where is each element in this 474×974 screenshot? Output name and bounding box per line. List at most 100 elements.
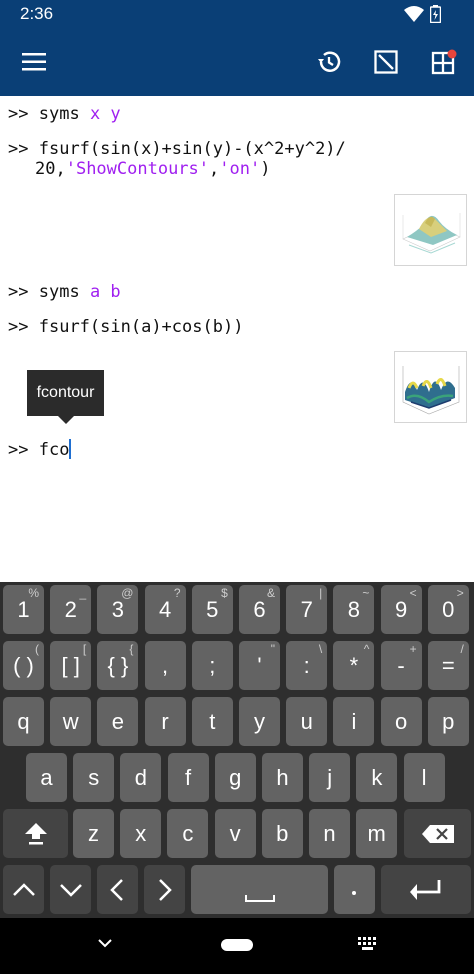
key-h[interactable]: h: [262, 753, 303, 802]
key-n[interactable]: n: [309, 809, 350, 858]
key-label: u: [300, 708, 313, 734]
apps-button[interactable]: [424, 42, 464, 82]
command-console[interactable]: >> syms x y >> fsurf(sin(x)+sin(y)-(x^2+…: [0, 96, 474, 582]
key-k[interactable]: k: [356, 753, 398, 802]
status-bar: 2:36: [0, 0, 474, 28]
key-label: -: [397, 652, 405, 678]
key-symbol[interactable]: [ ][: [50, 641, 92, 690]
key-digit-2[interactable]: 2 _: [50, 585, 92, 634]
key-symbol[interactable]: : \: [286, 641, 328, 690]
period-key[interactable]: [334, 865, 375, 914]
console-input-line[interactable]: >> fco: [8, 439, 72, 460]
space-key[interactable]: [191, 865, 328, 914]
key-digit-5[interactable]: 5 $: [191, 585, 233, 634]
history-icon: [318, 51, 341, 72]
figure-thumbnail[interactable]: [394, 351, 467, 423]
console-line: >> syms a b: [8, 282, 121, 302]
key-b[interactable]: b: [261, 809, 303, 858]
key-label: g: [229, 764, 242, 790]
key-o[interactable]: o: [380, 697, 422, 746]
key-label: v: [229, 820, 241, 846]
key-i[interactable]: i: [333, 697, 375, 746]
keyboard-switch-icon[interactable]: [358, 937, 378, 951]
key-symbol[interactable]: ,: [144, 641, 186, 690]
key-r[interactable]: r: [144, 697, 186, 746]
key-l[interactable]: l: [403, 753, 445, 802]
key-hint: ": [270, 642, 275, 656]
key-x[interactable]: x: [120, 809, 162, 858]
key-digit-7[interactable]: 7 |: [286, 585, 328, 634]
key-label: =: [441, 652, 455, 678]
key-v[interactable]: v: [214, 809, 256, 858]
key-digit-1[interactable]: 1%: [3, 585, 44, 634]
figure-thumbnail[interactable]: [394, 194, 467, 266]
shift-key[interactable]: [3, 809, 68, 858]
chevron-down-icon: [60, 884, 82, 897]
key-w[interactable]: w: [50, 697, 92, 746]
surface-plot-image: [402, 213, 461, 254]
backspace-icon: [422, 825, 454, 843]
key-label: 8: [347, 596, 361, 622]
key-hint: _: [79, 586, 87, 600]
key-u[interactable]: u: [286, 697, 328, 746]
key-hint: |: [319, 586, 323, 600]
figures-button[interactable]: [366, 42, 406, 82]
key-digit-0[interactable]: 0 >: [427, 585, 469, 634]
key-digit-6[interactable]: 6 &: [239, 585, 280, 634]
key-label: { }: [107, 652, 129, 678]
key-symbol[interactable]: ;: [191, 641, 233, 690]
key-digit-9[interactable]: 9 <: [380, 585, 422, 634]
key-label: o: [394, 708, 408, 734]
key-hint: /: [460, 642, 464, 656]
menu-button[interactable]: [14, 42, 54, 82]
key-label: e: [111, 708, 125, 734]
key-label: z: [88, 820, 99, 846]
key-z[interactable]: z: [73, 809, 114, 858]
history-button[interactable]: [309, 42, 349, 82]
key-p[interactable]: p: [427, 697, 469, 746]
key-symbol[interactable]: ( )(: [3, 641, 44, 690]
battery-icon: [430, 5, 441, 23]
back-chevron-icon[interactable]: [97, 938, 113, 948]
key-symbol[interactable]: * ^: [333, 641, 375, 690]
app-bar: [0, 28, 474, 96]
suggestion-text: fcontour: [36, 384, 95, 401]
current-input: fco: [38, 440, 70, 460]
key-symbol[interactable]: = /: [427, 641, 469, 690]
key-label: f: [185, 764, 192, 790]
key-label: t: [209, 708, 216, 734]
key-digit-4[interactable]: 4?: [144, 585, 186, 634]
key-label: [ ]: [61, 652, 80, 678]
arrow-up-key[interactable]: [3, 865, 44, 914]
home-pill-button[interactable]: [221, 939, 253, 951]
arrow-left-key[interactable]: [97, 865, 138, 914]
key-e[interactable]: e: [97, 697, 139, 746]
key-label: 1: [17, 596, 30, 622]
enter-key[interactable]: [381, 865, 471, 914]
key-label: m: [367, 820, 386, 846]
key-d[interactable]: d: [120, 753, 162, 802]
key-y[interactable]: y: [239, 697, 280, 746]
key-symbol[interactable]: { }{: [97, 641, 139, 690]
arrow-right-key[interactable]: [144, 865, 185, 914]
key-symbol[interactable]: - +: [380, 641, 422, 690]
autocomplete-suggestion[interactable]: fcontour: [27, 370, 104, 424]
key-q[interactable]: q: [3, 697, 44, 746]
key-hint: \: [318, 642, 323, 656]
key-digit-8[interactable]: 8 ~: [333, 585, 375, 634]
key-f[interactable]: f: [167, 753, 209, 802]
arrow-down-key[interactable]: [50, 865, 91, 914]
key-digit-3[interactable]: 3 @: [97, 585, 139, 634]
backspace-key[interactable]: [404, 809, 471, 858]
key-label: d: [134, 764, 148, 790]
key-label: ( ): [13, 652, 34, 678]
key-a[interactable]: a: [26, 753, 67, 802]
key-c[interactable]: c: [167, 809, 209, 858]
key-m[interactable]: m: [356, 809, 398, 858]
key-j[interactable]: j: [309, 753, 351, 802]
key-t[interactable]: t: [191, 697, 233, 746]
key-symbol[interactable]: ' ": [239, 641, 280, 690]
key-s[interactable]: s: [73, 753, 115, 802]
key-g[interactable]: g: [214, 753, 256, 802]
key-label: j: [327, 764, 333, 790]
